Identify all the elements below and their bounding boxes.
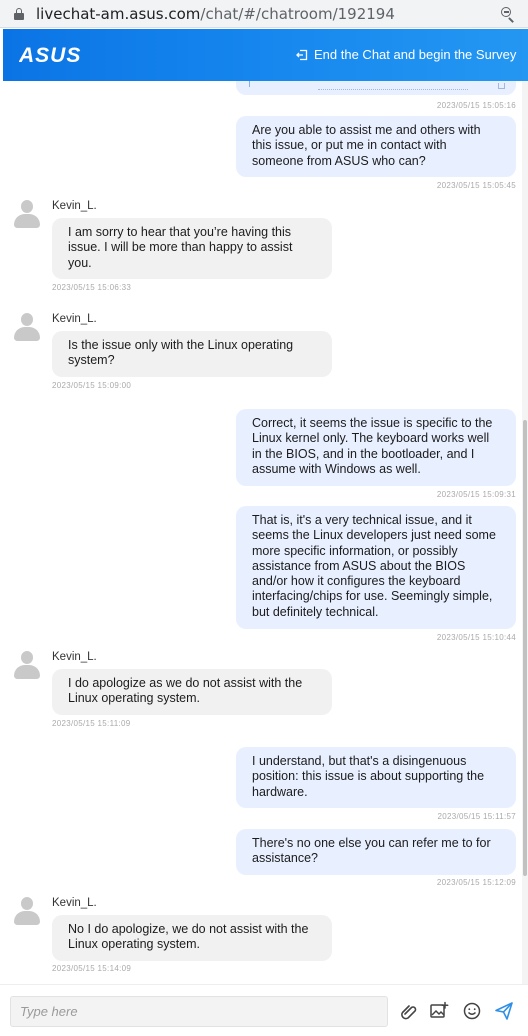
- agent-name: Kevin_L.: [52, 200, 97, 212]
- message-bubble-user: I understand, but that's a disingenuous …: [236, 747, 516, 808]
- url-text[interactable]: livechat-am.asus.com/chat/#/chatroom/192…: [36, 5, 395, 23]
- message-timestamp: 2023/05/15 15:11:57: [437, 812, 516, 821]
- agent-name: Kevin_L.: [52, 313, 97, 325]
- message-timestamp: 2023/05/15 15:06:33: [52, 283, 132, 292]
- message-bubble-user-partial: [236, 81, 516, 95]
- agent-avatar: [13, 896, 41, 926]
- browser-url-bar[interactable]: livechat-am.asus.com/chat/#/chatroom/192…: [0, 0, 528, 28]
- message-timestamp: 2023/05/15 15:11:09: [52, 719, 131, 728]
- message-bubble-user: Are you able to assist me and others wit…: [236, 116, 516, 177]
- chat-header: ASUS End the Chat and begin the Survey: [3, 29, 528, 81]
- message-timestamp: 2023/05/15 15:05:16: [436, 101, 516, 110]
- message-bubble-agent: Is the issue only with the Linux operati…: [52, 331, 332, 377]
- exit-icon: [296, 49, 308, 60]
- agent-name: Kevin_L.: [52, 651, 97, 663]
- send-icon[interactable]: [494, 1001, 514, 1021]
- message-composer: [0, 984, 528, 1036]
- message-timestamp: 2023/05/15 15:09:31: [436, 490, 516, 499]
- message-timestamp: 2023/05/15 15:14:09: [52, 964, 132, 973]
- url-path: /chat/#/chatroom/192194: [200, 5, 395, 23]
- scrollbar-thumb[interactable]: [523, 420, 527, 876]
- message-timestamp: 2023/05/15 15:10:44: [436, 633, 516, 642]
- message-timestamp: 2023/05/15 15:09:00: [52, 381, 132, 390]
- agent-avatar: [13, 312, 41, 342]
- url-host: livechat-am.asus.com: [36, 5, 201, 23]
- message-bubble-agent: I do apologize as we do not assist with …: [52, 669, 332, 715]
- chat-transcript[interactable]: 2023/05/15 15:05:16 Are you able to assi…: [3, 81, 528, 984]
- message-bubble-user: There's no one else you can refer me to …: [236, 829, 516, 875]
- image-upload-icon[interactable]: [429, 1001, 449, 1021]
- lock-icon: [14, 8, 24, 20]
- end-chat-button[interactable]: End the Chat and begin the Survey: [296, 47, 516, 62]
- paperclip-icon[interactable]: [398, 1001, 418, 1021]
- agent-name: Kevin_L.: [52, 897, 97, 909]
- zoom-out-icon[interactable]: [500, 6, 516, 23]
- end-chat-label: End the Chat and begin the Survey: [314, 47, 517, 62]
- emoji-icon[interactable]: [462, 1001, 482, 1021]
- message-bubble-agent: I am sorry to hear that you’re having th…: [52, 218, 332, 279]
- message-bubble-user: That is, it's a very technical issue, an…: [236, 506, 516, 629]
- message-timestamp: 2023/05/15 15:05:45: [436, 181, 516, 190]
- agent-avatar: [13, 199, 41, 229]
- message-input[interactable]: [10, 996, 388, 1027]
- message-bubble-user: Correct, it seems the issue is specific …: [236, 409, 516, 486]
- agent-avatar: [13, 650, 41, 680]
- message-bubble-agent: No I do apologize, we do not assist with…: [52, 915, 332, 961]
- asus-logo: ASUS: [19, 45, 81, 65]
- svg-text:ASUS: ASUS: [19, 45, 81, 65]
- message-timestamp: 2023/05/15 15:12:09: [436, 878, 516, 887]
